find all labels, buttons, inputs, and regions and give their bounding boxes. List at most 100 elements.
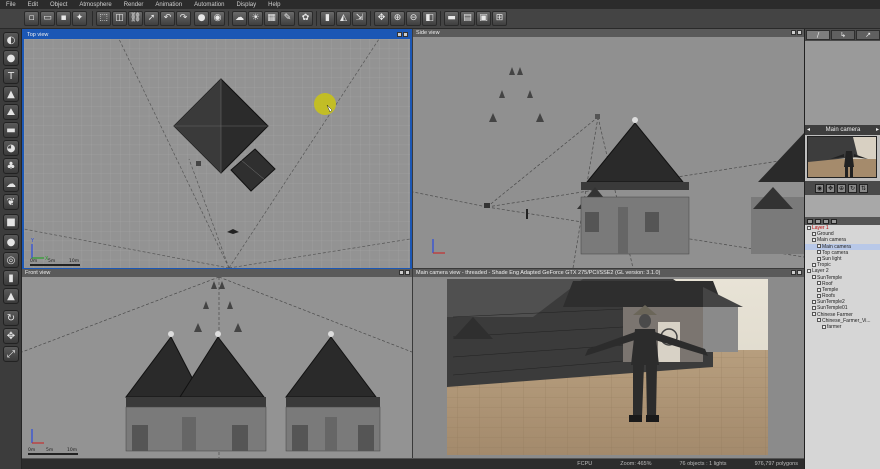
cloud-icon[interactable]: ☁ [3, 176, 19, 192]
camera-orbit-icon[interactable]: ◉ [815, 183, 824, 193]
fit-icon[interactable]: ◧ [422, 11, 437, 26]
water-icon[interactable]: ▬ [3, 122, 19, 138]
menu-file[interactable]: File [6, 2, 16, 8]
menu-animation[interactable]: Animation [155, 2, 182, 8]
pyramid-icon[interactable]: ▲ [3, 288, 19, 304]
menu-render[interactable]: Render [124, 2, 144, 8]
open-icon[interactable]: ▭ [40, 11, 55, 26]
camera-selector[interactable]: ◂ Main camera ▸ [805, 125, 880, 135]
prev-camera-icon[interactable]: ◂ [807, 125, 810, 135]
select-icon[interactable]: ⬚ [96, 11, 111, 26]
torus-icon[interactable]: ◎ [3, 252, 19, 268]
maximize-icon[interactable] [397, 32, 402, 37]
side-view-viewport[interactable]: Side view [413, 29, 804, 268]
undo-icon[interactable]: ↶ [160, 11, 175, 26]
sphere-small-icon[interactable]: ● [3, 234, 19, 250]
camera-pan-icon[interactable]: ✥ [826, 183, 835, 193]
menu-atmosphere[interactable]: Atmosphere [79, 2, 111, 8]
status-fps: FCPU [577, 461, 593, 467]
camera-icon[interactable] [595, 114, 600, 119]
pan-icon[interactable]: ✥ [374, 11, 389, 26]
tree-node-icon [817, 287, 821, 292]
tab-draw[interactable]: / [806, 30, 830, 40]
zoom-in-icon[interactable]: ⊕ [390, 11, 405, 26]
cylinder-icon[interactable]: ▮ [3, 270, 19, 286]
maximize-icon[interactable] [399, 270, 404, 275]
tree-filter-icon[interactable] [823, 218, 829, 224]
leaf-icon[interactable]: ❦ [3, 194, 19, 210]
sun-icon[interactable]: ☀ [248, 11, 263, 26]
maximize-icon[interactable] [791, 30, 796, 35]
tree-item[interactable]: farmer [805, 324, 880, 330]
save-icon[interactable]: ▪ [56, 11, 71, 26]
camera-icon[interactable] [484, 203, 490, 208]
tree-layer-icon[interactable] [831, 218, 837, 224]
text-icon[interactable]: T [3, 68, 19, 84]
menu-display[interactable]: Display [236, 2, 256, 8]
maximize-icon[interactable] [791, 270, 796, 275]
render-icon[interactable]: ● [194, 11, 209, 26]
import-icon[interactable]: ✦ [72, 11, 87, 26]
rotate-icon[interactable]: ↻ [3, 310, 19, 326]
terrain-icon[interactable]: ▲ [3, 86, 19, 102]
close-icon[interactable] [797, 30, 802, 35]
wand-icon[interactable]: ✎ [280, 11, 295, 26]
palette-icon[interactable]: ✿ [298, 11, 313, 26]
close-icon[interactable] [403, 32, 408, 37]
toolbar-divider [228, 11, 229, 26]
zoom-out-icon[interactable]: ⊖ [406, 11, 421, 26]
scale-icon[interactable]: ⇲ [352, 11, 367, 26]
tree-node-icon [817, 293, 821, 298]
close-icon[interactable] [405, 270, 410, 275]
link-icon[interactable]: ⛓ [128, 11, 143, 26]
menu-edit[interactable]: Edit [28, 2, 38, 8]
cube-icon[interactable]: ■ [3, 214, 19, 230]
layout-4-icon[interactable]: ⊞ [492, 11, 507, 26]
terrain-icon[interactable]: ◭ [336, 11, 351, 26]
cloud-icon[interactable]: ☁ [232, 11, 247, 26]
camera-thumbnail[interactable] [807, 136, 877, 178]
small-pyramids [489, 67, 544, 122]
main-camera-viewport[interactable]: Main camera view - threaded - Shade Eng … [413, 269, 804, 458]
status-bar: FCPU Zoom: 465% 76 objects : 1 lights 97… [22, 458, 804, 469]
tree-toolbar [805, 217, 880, 225]
top-view-canvas: Y X 0m 5m 10m [24, 39, 410, 268]
camera-roll-icon[interactable]: ↻ [848, 183, 857, 193]
arrow-icon[interactable]: ➚ [144, 11, 159, 26]
scale-icon[interactable]: ⤢ [3, 346, 19, 362]
group-icon[interactable]: ◫ [112, 11, 127, 26]
viewport-title: Main camera view - threaded - Shade Eng … [413, 269, 804, 277]
mountain-icon[interactable]: ⛰ [3, 104, 19, 120]
plant-icon[interactable]: ♣ [3, 158, 19, 174]
next-camera-icon[interactable]: ▸ [876, 125, 879, 135]
camera-zoom-icon[interactable]: ⊕ [837, 183, 846, 193]
menu-help[interactable]: Help [268, 2, 280, 8]
tab-link[interactable]: ↳ [831, 30, 855, 40]
layout-2-icon[interactable]: ▤ [460, 11, 475, 26]
top-view-viewport[interactable]: Top view Y X 0m 5m 10m [22, 29, 412, 270]
camera-icon[interactable] [196, 161, 201, 166]
redo-icon[interactable]: ↷ [176, 11, 191, 26]
rock-icon[interactable]: ◕ [3, 140, 19, 156]
move-icon[interactable]: ✥ [3, 328, 19, 344]
tree-item-label: Roofs [822, 293, 836, 300]
layout-1-icon[interactable]: ▬ [444, 11, 459, 26]
tree-item-label: Chinese_Farmer_Vi... [822, 317, 871, 324]
tree-item-label: Chinese Farmer [817, 311, 853, 318]
chart-icon[interactable]: ▮ [320, 11, 335, 26]
tree-expand-icon[interactable] [807, 218, 813, 224]
material-icon[interactable]: ▦ [264, 11, 279, 26]
menu-object[interactable]: Object [50, 2, 67, 8]
sun-light-icon[interactable] [314, 93, 336, 115]
tree-collapse-icon[interactable] [815, 218, 821, 224]
close-icon[interactable] [797, 270, 802, 275]
tab-transform[interactable]: ↗ [856, 30, 880, 40]
layout-3-icon[interactable]: ▣ [476, 11, 491, 26]
front-view-viewport[interactable]: Front view 0m 5m 10m [22, 269, 412, 458]
globe-icon[interactable]: ◐ [3, 32, 19, 48]
camera-move-icon[interactable]: ⇅ [859, 183, 868, 193]
render-area-icon[interactable]: ◉ [210, 11, 225, 26]
menu-automation[interactable]: Automation [194, 2, 224, 8]
sphere-icon[interactable]: ● [3, 50, 19, 66]
new-icon[interactable]: ▫ [24, 11, 39, 26]
